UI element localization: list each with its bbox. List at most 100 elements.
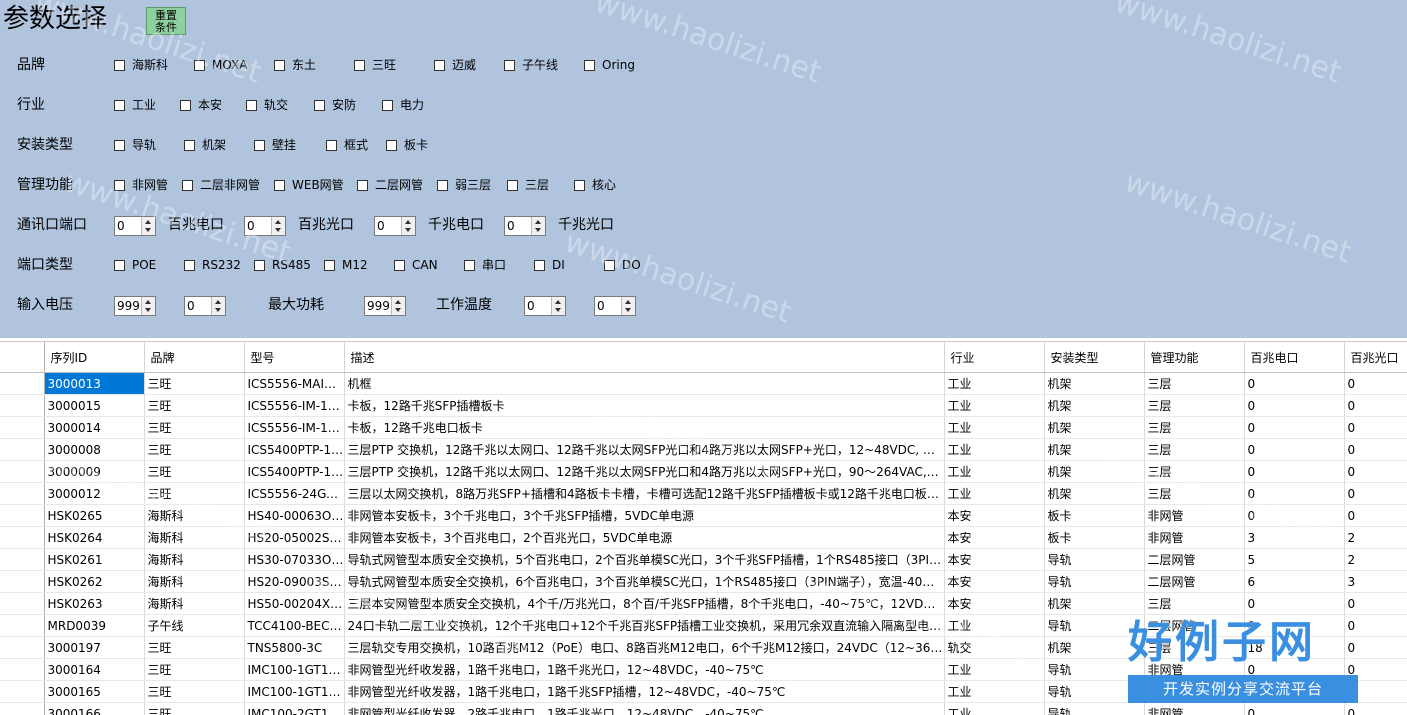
table-cell[interactable]: 三层轨交专用交换机，10路百兆M12（PoE）电口、8路百兆M12电口，6个千兆… — [344, 637, 944, 659]
table-cell[interactable]: 3000009 — [44, 461, 144, 483]
checkbox-brand-3[interactable]: 三旺 — [354, 57, 396, 73]
table-cell[interactable]: 卡板，12路千兆电口板卡 — [344, 417, 944, 439]
table-cell[interactable]: 工业 — [944, 703, 1044, 715]
table-cell[interactable]: 三旺 — [144, 373, 244, 395]
spin-down-icon[interactable] — [275, 228, 281, 232]
table-cell[interactable]: 卡板，12路千兆SFP插槽板卡 — [344, 395, 944, 417]
spin-up-icon[interactable] — [145, 220, 151, 224]
checkbox-box[interactable] — [464, 260, 475, 271]
table-cell[interactable]: 本安 — [944, 593, 1044, 615]
temp-min-spinner[interactable]: 0 — [524, 296, 566, 316]
spin-up-icon[interactable] — [145, 300, 151, 304]
port-spinner-0[interactable]: 0 — [114, 216, 156, 236]
table-cell[interactable]: 3000012 — [44, 483, 144, 505]
checkbox-mgmt-3[interactable]: 二层网管 — [357, 177, 423, 193]
table-cell[interactable]: 三旺 — [144, 703, 244, 715]
checkbox-industry-3[interactable]: 安防 — [314, 97, 356, 113]
table-cell[interactable]: 工业 — [944, 395, 1044, 417]
checkbox-brand-5[interactable]: 子午线 — [504, 57, 558, 73]
table-cell[interactable]: HSK0261 — [44, 549, 144, 571]
checkbox-box[interactable] — [386, 140, 397, 151]
table-cell[interactable]: 0 — [1244, 439, 1344, 461]
table-cell[interactable]: 三层PTP 交换机，12路千兆以太网口、12路千兆以太网SFP光口和4路万兆以太… — [344, 439, 944, 461]
row-header[interactable] — [0, 373, 44, 395]
checkbox-box[interactable] — [274, 60, 285, 71]
table-cell[interactable]: ICS5400PTP-12... — [244, 461, 344, 483]
table-cell[interactable]: 海斯科 — [144, 527, 244, 549]
table-cell[interactable]: 三旺 — [144, 461, 244, 483]
table-cell[interactable]: 非网管本安板卡，3个千兆电口，3个千兆SFP插槽，5VDC单电源 — [344, 505, 944, 527]
row-header-corner[interactable] — [0, 342, 44, 373]
table-cell[interactable]: 三层以太网交换机，8路万兆SFP+插槽和4路板卡卡槽，卡槽可选配12路千兆SFP… — [344, 483, 944, 505]
spinner-arrows[interactable] — [141, 217, 155, 235]
table-cell[interactable]: 机框 — [344, 373, 944, 395]
table-cell[interactable]: 非网管型光纤收发器，1路千兆电口，1路千兆光口，12~48VDC，-40~75℃ — [344, 659, 944, 681]
checkbox-box[interactable] — [114, 140, 125, 151]
table-cell[interactable]: 板卡 — [1044, 505, 1144, 527]
column-header-4[interactable]: 行业 — [944, 342, 1044, 373]
checkbox-porttype-7[interactable]: DO — [604, 257, 641, 273]
spin-down-icon[interactable] — [555, 308, 561, 312]
table-cell[interactable]: HSK0265 — [44, 505, 144, 527]
table-row[interactable]: 3000015三旺ICS5556-IM-12GS卡板，12路千兆SFP插槽板卡工… — [0, 395, 1407, 417]
row-header[interactable] — [0, 395, 44, 417]
checkbox-box[interactable] — [114, 180, 125, 191]
table-cell[interactable]: 3000008 — [44, 439, 144, 461]
table-cell[interactable]: 机架 — [1044, 483, 1144, 505]
table-cell[interactable]: 0 — [1344, 439, 1407, 461]
checkbox-box[interactable] — [114, 100, 125, 111]
spinner-arrows[interactable] — [401, 217, 415, 235]
table-cell[interactable]: 工业 — [944, 659, 1044, 681]
checkbox-install-1[interactable]: 机架 — [184, 137, 226, 153]
spinner-arrows[interactable] — [531, 217, 545, 235]
table-cell[interactable]: 三旺 — [144, 681, 244, 703]
table-cell[interactable]: 0 — [1244, 483, 1344, 505]
table-cell[interactable]: 工业 — [944, 373, 1044, 395]
table-cell[interactable]: 工业 — [944, 681, 1044, 703]
spinner-arrows[interactable] — [621, 297, 635, 315]
table-cell[interactable]: 非网管 — [1144, 527, 1244, 549]
table-cell[interactable]: 非网管型光纤收发器，1路千兆电口，1路千兆SFP插槽，12~48VDC，-40~… — [344, 681, 944, 703]
table-cell[interactable]: 3 — [1244, 527, 1344, 549]
checkbox-box[interactable] — [604, 260, 615, 271]
table-cell[interactable]: 导轨 — [1044, 549, 1144, 571]
table-cell[interactable]: 0 — [1244, 395, 1344, 417]
table-cell[interactable]: ICS5556-24GT24... — [244, 483, 344, 505]
checkbox-install-4[interactable]: 板卡 — [386, 137, 428, 153]
table-cell[interactable]: 三旺 — [144, 439, 244, 461]
column-header-1[interactable]: 品牌 — [144, 342, 244, 373]
checkbox-box[interactable] — [326, 140, 337, 151]
power-spinner[interactable]: 999 — [364, 296, 406, 316]
checkbox-mgmt-5[interactable]: 三层 — [507, 177, 549, 193]
spin-up-icon[interactable] — [395, 300, 401, 304]
spin-up-icon[interactable] — [535, 220, 541, 224]
table-cell[interactable]: 海斯科 — [144, 593, 244, 615]
checkbox-brand-4[interactable]: 迈威 — [434, 57, 476, 73]
checkbox-box[interactable] — [437, 180, 448, 191]
checkbox-box[interactable] — [394, 260, 405, 271]
temp-max-spinner[interactable]: 0 — [594, 296, 636, 316]
checkbox-box[interactable] — [314, 100, 325, 111]
table-row[interactable]: 3000008三旺ICS5400PTP-12...三层PTP 交换机，12路千兆… — [0, 439, 1407, 461]
voltage-min-spinner[interactable]: 999 — [114, 296, 156, 316]
spinner-arrows[interactable] — [271, 217, 285, 235]
checkbox-box[interactable] — [584, 60, 595, 71]
table-row[interactable]: HSK0264海斯科HS20-05002S2T...非网管本安板卡，3个百兆电口… — [0, 527, 1407, 549]
table-cell[interactable]: IMC100-2GT1GF... — [244, 703, 344, 715]
table-cell[interactable]: 0 — [1244, 417, 1344, 439]
checkbox-mgmt-0[interactable]: 非网管 — [114, 177, 168, 193]
table-cell[interactable]: 0 — [1244, 373, 1344, 395]
checkbox-box[interactable] — [534, 260, 545, 271]
checkbox-mgmt-2[interactable]: WEB网管 — [274, 177, 344, 193]
table-cell[interactable]: 三层本安网管型本质安全交换机，4个千/万兆光口，8个百/千兆SFP插槽，8个千兆… — [344, 593, 944, 615]
table-cell[interactable]: 机架 — [1044, 461, 1144, 483]
spin-down-icon[interactable] — [535, 228, 541, 232]
table-cell[interactable]: HS30-07033O62... — [244, 549, 344, 571]
table-cell[interactable]: 3000165 — [44, 681, 144, 703]
port-spinner-2[interactable]: 0 — [374, 216, 416, 236]
checkbox-mgmt-6[interactable]: 核心 — [574, 177, 616, 193]
table-cell[interactable]: 工业 — [944, 439, 1044, 461]
port-spinner-1[interactable]: 0 — [244, 216, 286, 236]
table-cell[interactable]: ICS5400PTP-12... — [244, 439, 344, 461]
spin-down-icon[interactable] — [625, 308, 631, 312]
